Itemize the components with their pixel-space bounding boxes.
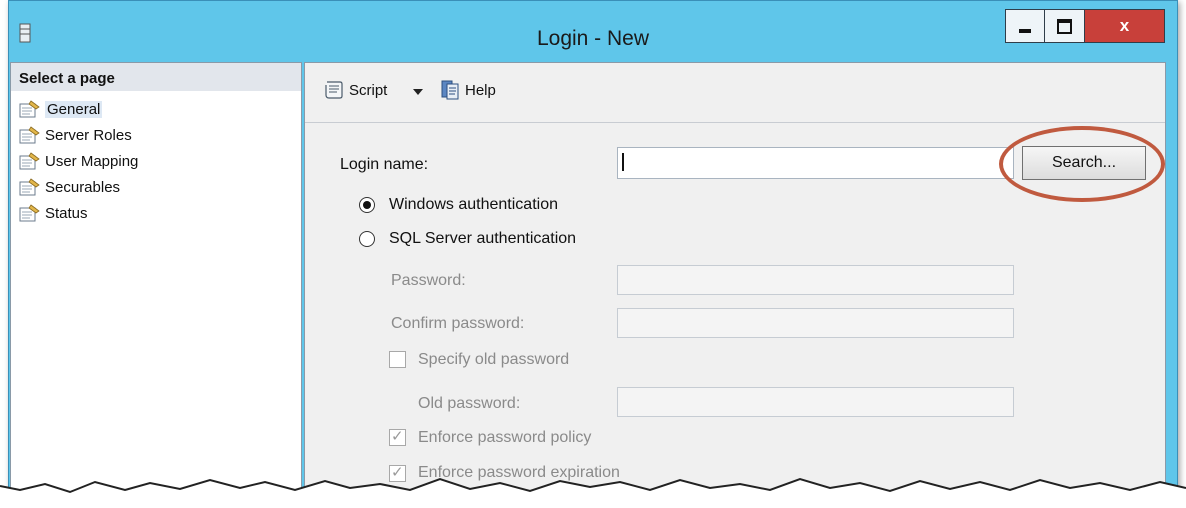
close-icon: x [1119,16,1130,35]
old-password-label: Old password: [418,395,521,412]
toolbar: Script Help [305,63,1165,123]
nav-item-status[interactable]: Status [19,201,88,225]
title-bar[interactable]: Login - New x [9,1,1177,59]
old-password-field[interactable] [617,387,1014,417]
window-title: Login - New [536,27,650,50]
nav-item-label: User Mapping [45,152,139,170]
enforce-policy-label: Enforce password policy [418,429,592,446]
nav-item-label: General [45,100,103,118]
sql-auth-radio[interactable] [359,231,375,247]
login-name-input[interactable] [618,148,1013,178]
select-page-pane: Select a page General Server Roles User … [10,62,302,500]
script-label: Script [349,81,388,99]
minimize-icon [1019,29,1031,33]
help-icon [441,80,459,100]
windows-auth-radio[interactable] [359,197,375,213]
nav-item-securables[interactable]: Securables [19,175,120,199]
close-button[interactable]: x [1085,9,1165,43]
torn-edge [0,477,1186,508]
page-wrench-icon [19,100,40,118]
help-label: Help [465,81,496,99]
windows-auth-label: Windows authentication [389,196,558,213]
select-page-header: Select a page [11,63,301,91]
login-name-field[interactable] [617,147,1014,179]
annotation-circle [999,126,1165,202]
password-label: Password: [391,272,466,289]
login-name-label: Login name: [340,156,429,173]
nav-item-label: Securables [45,178,121,196]
specify-old-password-checkbox[interactable] [389,351,406,368]
nav-item-general[interactable]: General [19,97,103,121]
maximize-icon [1057,18,1072,34]
page-wrench-icon [19,152,40,170]
script-button[interactable]: Script [323,79,387,101]
maximize-button[interactable] [1045,9,1085,43]
text-cursor [622,153,624,171]
help-button[interactable]: Help [439,79,496,101]
script-dropdown-caret-icon[interactable] [413,89,423,95]
nav-item-user-mapping[interactable]: User Mapping [19,149,138,173]
nav-item-label: Status [45,204,88,222]
page-wrench-icon [19,126,40,144]
confirm-password-label: Confirm password: [391,315,525,332]
nav-item-server-roles[interactable]: Server Roles [19,123,132,147]
confirm-password-field[interactable] [617,308,1014,338]
script-icon [325,81,343,99]
nav-item-label: Server Roles [45,126,132,144]
sql-auth-label: SQL Server authentication [389,230,577,247]
page-wrench-icon [19,204,40,222]
specify-old-password-label: Specify old password [418,351,570,368]
enforce-policy-checkbox[interactable] [389,427,406,446]
password-field[interactable] [617,265,1014,295]
page-wrench-icon [19,178,40,196]
minimize-button[interactable] [1005,9,1045,43]
